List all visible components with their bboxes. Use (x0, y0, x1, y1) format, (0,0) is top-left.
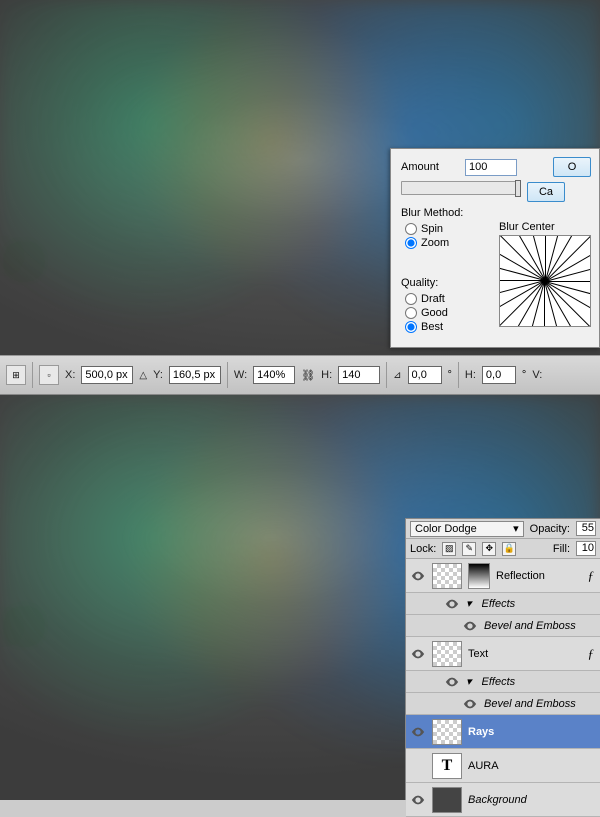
ok-button[interactable]: O (553, 157, 591, 177)
visibility-icon[interactable] (410, 724, 426, 740)
mesh-icon[interactable]: ⊞ (6, 365, 26, 385)
y-label: Y: (153, 369, 163, 381)
x-input[interactable] (81, 366, 133, 384)
text-layer-icon[interactable]: T (432, 753, 462, 779)
skew-h-input[interactable] (482, 366, 516, 384)
h-input[interactable] (338, 366, 380, 384)
layer-row-background[interactable]: Background (406, 783, 600, 817)
amount-label: Amount (401, 161, 455, 173)
blur-center-title: Blur Center (499, 221, 591, 233)
layer-thumb[interactable] (432, 563, 462, 589)
layer-thumb[interactable] (432, 719, 462, 745)
opacity-input[interactable]: 55 (576, 521, 596, 536)
layer-row-aura[interactable]: T AURA (406, 749, 600, 783)
disclosure-icon[interactable]: ▾ (466, 675, 472, 688)
disclosure-icon[interactable]: ▾ (466, 597, 472, 610)
visibility-icon[interactable] (444, 596, 460, 612)
w-input[interactable] (253, 366, 295, 384)
h2-label: H: (465, 369, 476, 381)
effect-bevel-row[interactable]: Bevel and Emboss (406, 615, 600, 637)
fx-badge[interactable]: ƒ (588, 646, 597, 662)
layer-row-rays[interactable]: Rays (406, 715, 600, 749)
y-input[interactable] (169, 366, 221, 384)
radio-best[interactable]: Best (405, 321, 448, 333)
layer-list: Reflection ƒ ▾ Effects Bevel and Emboss … (406, 559, 600, 817)
x-label: X: (65, 369, 75, 381)
cancel-button[interactable]: Ca (527, 182, 565, 202)
radio-draft[interactable]: Draft (405, 293, 448, 305)
ref-point-icon[interactable]: ▫ (39, 365, 59, 385)
visibility-icon[interactable] (462, 696, 478, 712)
radial-blur-dialog: Amount O Ca Blur Method: Spin Zoom Blur … (390, 148, 600, 348)
effect-bevel-row[interactable]: Bevel and Emboss (406, 693, 600, 715)
fill-label: Fill: (553, 543, 570, 555)
mask-thumb[interactable] (468, 563, 490, 589)
radio-good[interactable]: Good (405, 307, 448, 319)
amount-slider[interactable] (401, 181, 519, 195)
effects-row[interactable]: ▾ Effects (406, 593, 600, 615)
lock-move-icon[interactable]: ✥ (482, 542, 496, 556)
visibility-icon[interactable] (444, 674, 460, 690)
angle-input[interactable] (408, 366, 442, 384)
transform-options-bar: ⊞ ▫ X: △ Y: W: ⛓ H: ⊿ ° H: ° V: (0, 355, 600, 395)
blend-mode-select[interactable]: Color Dodge▾ (410, 521, 524, 537)
angle-icon: ⊿ (393, 370, 401, 381)
blur-center-group: Blur Center (499, 221, 591, 327)
fill-input[interactable]: 10 (576, 541, 596, 556)
lock-label: Lock: (410, 543, 436, 555)
h-label: H: (321, 369, 332, 381)
opacity-label: Opacity: (530, 523, 570, 535)
quality-group: Quality: Draft Good Best (401, 277, 448, 335)
v-label: V: (532, 369, 542, 381)
visibility-icon[interactable] (410, 568, 426, 584)
lock-transparency-icon[interactable]: ▨ (442, 542, 456, 556)
blur-center-preview[interactable] (499, 235, 591, 327)
chevron-down-icon: ▾ (513, 522, 519, 535)
lock-all-icon[interactable]: 🔒 (502, 542, 516, 556)
lock-brush-icon[interactable]: ✎ (462, 542, 476, 556)
link-icon[interactable]: ⛓ (301, 369, 315, 382)
w-label: W: (234, 369, 247, 381)
layer-row-text[interactable]: Text ƒ (406, 637, 600, 671)
delta-icon[interactable]: △ (139, 370, 147, 381)
effects-row[interactable]: ▾ Effects (406, 671, 600, 693)
layer-thumb[interactable] (432, 641, 462, 667)
amount-input[interactable] (465, 159, 517, 176)
fx-badge[interactable]: ƒ (588, 568, 597, 584)
visibility-icon[interactable] (462, 618, 478, 634)
blur-method-title: Blur Method: (401, 207, 463, 219)
layer-row-reflection[interactable]: Reflection ƒ (406, 559, 600, 593)
visibility-icon[interactable] (410, 646, 426, 662)
quality-title: Quality: (401, 277, 438, 289)
layers-panel: Color Dodge▾ Opacity: 55 Lock: ▨ ✎ ✥ 🔒 F… (405, 518, 600, 800)
